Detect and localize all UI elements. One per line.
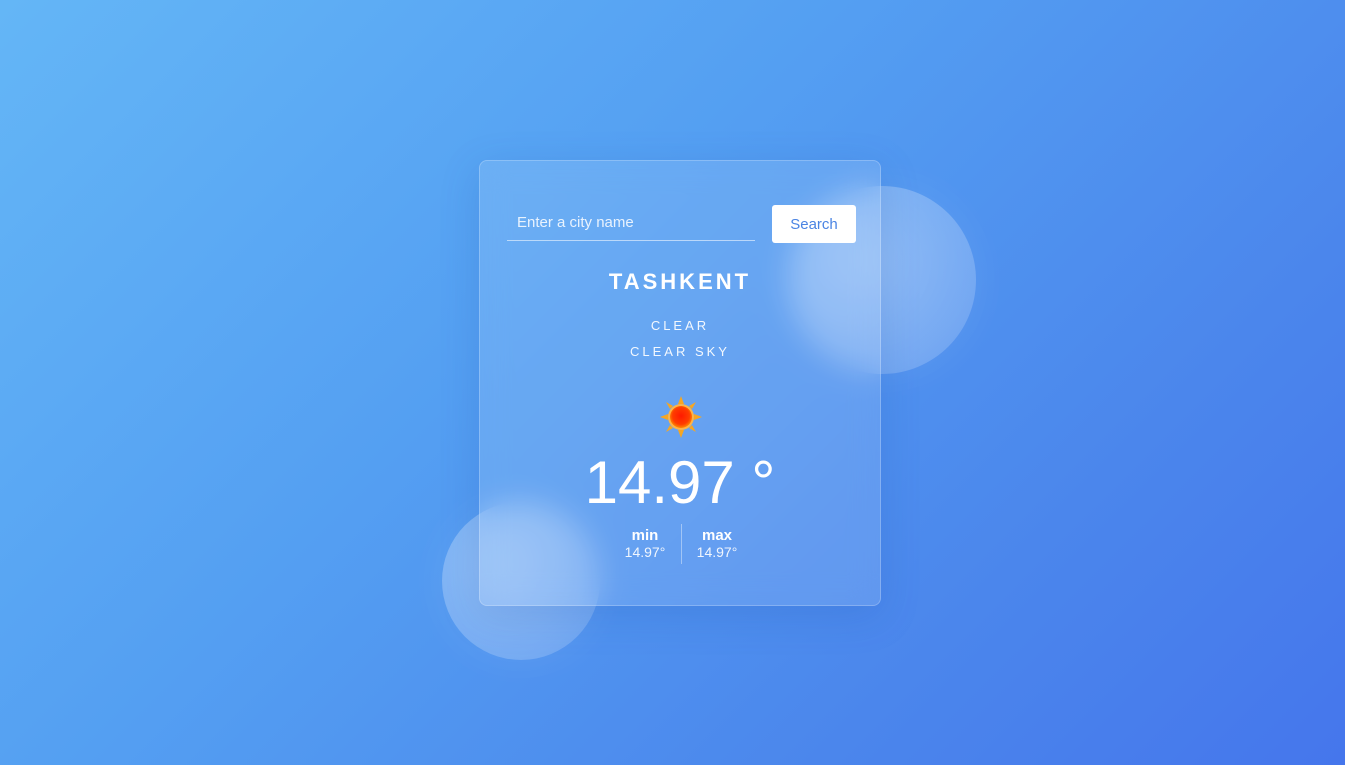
city-name: TASHKENT <box>608 269 752 294</box>
min-label: min <box>631 527 659 544</box>
weather-description: CLEAR SKY <box>630 344 730 359</box>
max-label: max <box>701 527 733 544</box>
max-value: 14.97° <box>696 544 738 560</box>
search-bar: Search <box>507 205 856 243</box>
min-value: 14.97° <box>624 544 666 560</box>
city-search-input[interactable] <box>507 205 755 241</box>
sun-icon <box>660 396 702 438</box>
weather-condition: CLEAR <box>650 318 710 333</box>
weather-card: Search TASHKENT CLEAR CLEAR SKY <box>479 160 881 606</box>
max-temperature: max 14.97° <box>677 528 757 561</box>
search-button[interactable]: Search <box>772 205 856 243</box>
current-temperature: 14.97 ° <box>584 449 776 516</box>
min-temperature: min 14.97° <box>605 528 685 561</box>
min-max-temperature: min 14.97° max 14.97° <box>480 524 880 564</box>
